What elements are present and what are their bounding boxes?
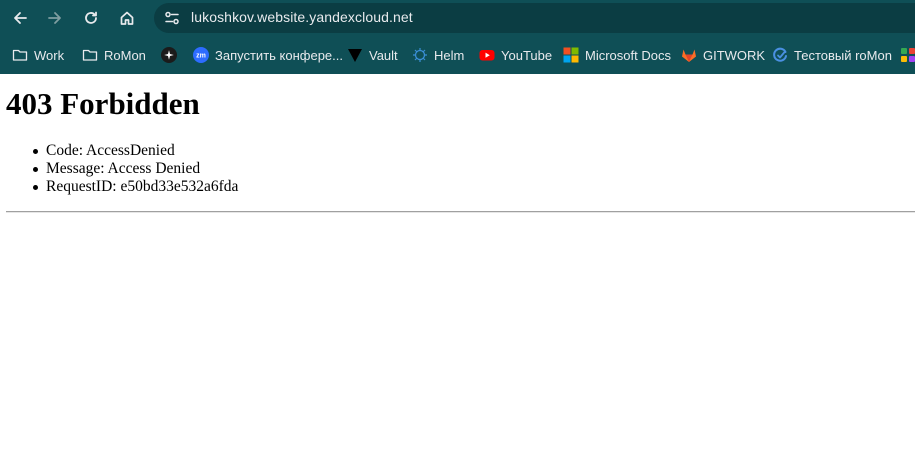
horizontal-rule (6, 211, 915, 213)
list-item-code: Code: AccessDenied (32, 142, 238, 160)
romon-icon (772, 47, 788, 63)
site-info-icon[interactable] (162, 8, 182, 28)
reload-icon (83, 10, 99, 26)
bookmark-youtube[interactable]: YouTube (479, 44, 552, 66)
youtube-icon (479, 47, 495, 63)
browser-chrome: lukoshkov.website.yandexcloud.net Work R… (0, 0, 915, 74)
forward-arrow-icon (47, 10, 63, 26)
bookmark-label: YouTube (501, 47, 553, 63)
bookmark-label: Vault (369, 47, 398, 63)
folder-icon (12, 47, 28, 63)
bookmark-gitwork[interactable]: GITWORK (681, 44, 765, 66)
bookmark-label: RoMon (104, 47, 146, 63)
bookmark-helm[interactable]: Helm (412, 44, 464, 66)
bookmark-label: Work (34, 47, 65, 63)
bookmark-romon[interactable]: RoMon (82, 44, 146, 66)
bookmark-work[interactable]: Work (12, 44, 64, 66)
helm-icon (412, 47, 428, 63)
vault-triangle-icon (347, 47, 363, 63)
bookmark-star-app[interactable] (161, 44, 177, 66)
back-arrow-icon (12, 10, 28, 26)
microsoft-icon (563, 47, 579, 63)
forward-button[interactable] (41, 4, 69, 32)
folder-icon (82, 47, 98, 63)
list-item-request-id: RequestID: e50bd33e532a6fda (32, 178, 239, 195)
browser-toolbar: lukoshkov.website.yandexcloud.net (0, 0, 915, 36)
star-app-icon (161, 47, 177, 63)
bookmark-label: Helm (434, 47, 465, 63)
page-title: 403 Forbidden (6, 86, 200, 121)
zoom-icon: zm (193, 47, 209, 63)
bookmark-zoom[interactable]: zm Запустить конфере... (193, 44, 343, 66)
bookmark-microsoft-docs[interactable]: Microsoft Docs (563, 44, 671, 66)
bookmark-test-romon[interactable]: Тестовый roMon (772, 44, 892, 66)
list-item-message: Message: Access Denied (32, 160, 238, 178)
home-icon (119, 10, 135, 26)
bookmarks-bar: Work RoMon zm Запустить конфере... Vault (0, 40, 915, 70)
bookmark-label: Тестовый roMon (794, 47, 892, 63)
error-details-list: Code: AccessDenied Message: Access Denie… (32, 142, 239, 196)
address-url: lukoshkov.website.yandexcloud.net (191, 9, 413, 25)
page-content: 403 Forbidden Code: AccessDenied Message… (0, 74, 915, 451)
bookmark-overflow[interactable] (900, 44, 915, 66)
gitlab-icon (681, 47, 697, 63)
home-button[interactable] (113, 4, 141, 32)
puzzle-app-icon (900, 47, 915, 63)
bookmark-vault[interactable]: Vault (347, 44, 398, 66)
address-bar[interactable]: lukoshkov.website.yandexcloud.net (154, 3, 915, 33)
bookmark-label: Запустить конфере... (215, 47, 343, 63)
bookmark-label: GITWORK (703, 47, 766, 63)
back-button[interactable] (6, 4, 34, 32)
svg-text:zm: zm (196, 53, 206, 60)
bookmark-label: Microsoft Docs (585, 47, 671, 63)
reload-button[interactable] (77, 4, 105, 32)
